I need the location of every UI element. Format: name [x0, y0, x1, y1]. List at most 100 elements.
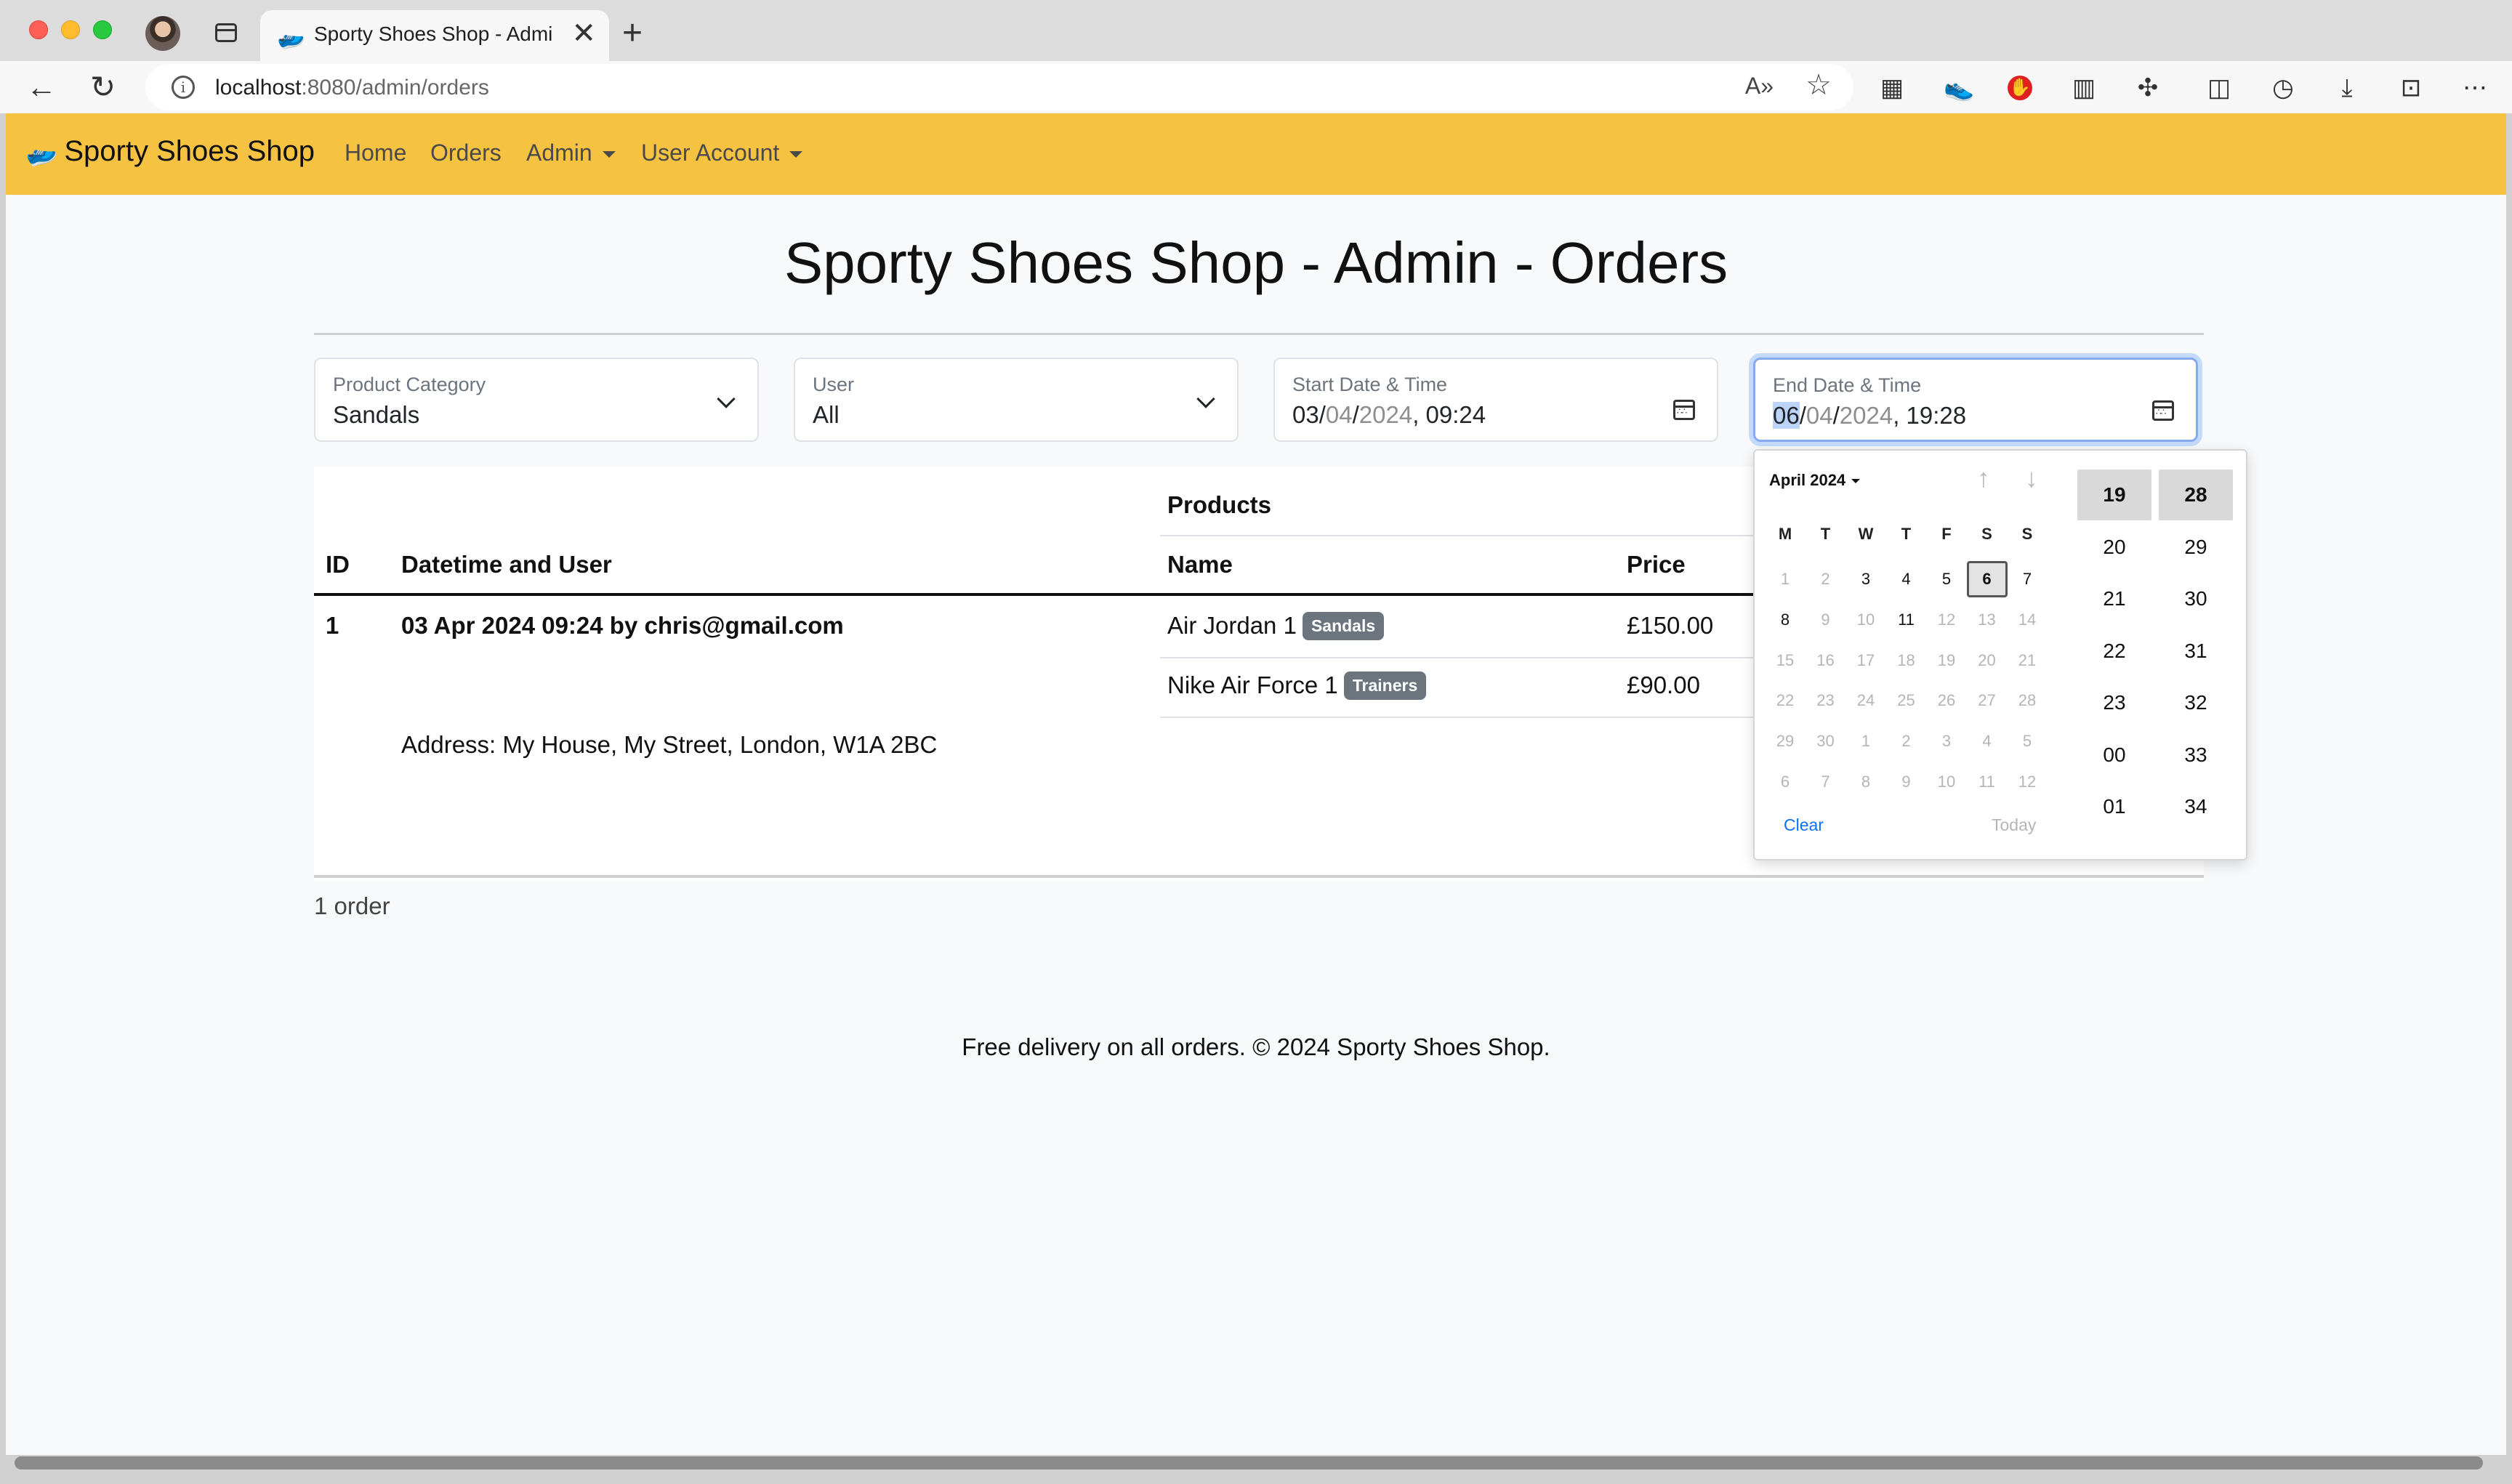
history-icon[interactable]: ◷: [2271, 76, 2295, 100]
calendar-day[interactable]: 5: [1926, 561, 1967, 597]
minute-option[interactable]: 29: [2159, 522, 2233, 573]
minute-option[interactable]: 30: [2159, 573, 2233, 624]
hour-option[interactable]: 20: [2077, 522, 2151, 573]
extension-shoe-icon[interactable]: 👟: [1944, 76, 1974, 100]
weekday-label: T: [1820, 525, 1831, 543]
calendar-day: 3: [1941, 732, 1952, 751]
browser-toolbar: ← ↻ i localhost:8080/admin/orders A» ☆ ▦…: [0, 61, 2512, 113]
calendar-day: 26: [1937, 691, 1956, 710]
tab-title: Sporty Shoes Shop - Admin - Orders: [314, 23, 554, 45]
minute-option[interactable]: 28: [2159, 469, 2233, 520]
calendar-day: 12: [1937, 610, 1956, 629]
site-info-icon[interactable]: i: [172, 76, 195, 99]
field-label: Product Category: [333, 374, 486, 395]
profile-avatar[interactable]: [145, 16, 180, 51]
next-month-arrow-icon[interactable]: ↓: [2025, 464, 2038, 493]
hour-option[interactable]: 22: [2077, 626, 2151, 677]
month-year-dropdown[interactable]: April 2024: [1769, 471, 1861, 490]
close-tab-icon[interactable]: ✕: [571, 19, 596, 48]
calendar-day[interactable]: 7: [2007, 561, 2048, 597]
more-menu-icon[interactable]: ⋯: [2463, 76, 2487, 100]
brand-link[interactable]: 👟 Sporty Shoes Shop: [20, 133, 315, 172]
calendar-icon[interactable]: [2152, 400, 2174, 421]
address-bar[interactable]: i localhost:8080/admin/orders A» ☆: [145, 64, 1853, 110]
hour-option[interactable]: 01: [2077, 781, 2151, 832]
hour-option[interactable]: 21: [2077, 573, 2151, 624]
table-bottom-rule: [314, 876, 2204, 878]
calendar-day[interactable]: 8: [1765, 602, 1806, 638]
back-arrow-icon[interactable]: ←: [26, 67, 57, 108]
horizontal-scrollbar[interactable]: [15, 1456, 2483, 1469]
calendar-day: 10: [1937, 773, 1956, 791]
tab-actions-icon[interactable]: [215, 23, 237, 42]
caret-down-icon: [1851, 479, 1861, 484]
user-select[interactable]: User All: [794, 358, 1239, 442]
end-datetime-input[interactable]: End Date & Time 06/04/2024, 19:28: [1753, 358, 2198, 442]
calendar-day: 28: [2018, 691, 2037, 710]
minimize-window-button[interactable]: [61, 20, 80, 39]
hour-option[interactable]: 23: [2077, 677, 2151, 728]
browser-tab-active[interactable]: 👟 Sporty Shoes Shop - Admin - Orders ✕: [260, 10, 609, 61]
minute-option[interactable]: 31: [2159, 626, 2233, 677]
qr-code-icon[interactable]: ▦: [1880, 76, 1904, 100]
calendar-day[interactable]: 11: [1886, 602, 1927, 638]
downloads-icon[interactable]: ⤓: [2335, 76, 2359, 100]
caret-down-icon: [789, 151, 803, 158]
nav-user-account-dropdown[interactable]: User Account: [641, 140, 803, 166]
site-navbar: 👟 Sporty Shoes Shop Home Orders Admin Use…: [6, 113, 2506, 195]
nav-orders-link[interactable]: Orders: [430, 140, 502, 166]
today-button[interactable]: Today: [1992, 815, 2036, 835]
calendar-icon[interactable]: [1673, 400, 1695, 420]
split-screen-icon[interactable]: ◫: [2207, 76, 2231, 100]
calendar-day: 15: [1776, 650, 1795, 669]
calendar-day: 29: [1776, 732, 1795, 751]
new-tab-button[interactable]: +: [622, 13, 643, 54]
field-value: 06/04/2024, 19:28: [1773, 402, 1967, 429]
shoe-icon: 👟: [272, 20, 308, 55]
column-header-id: ID: [326, 551, 350, 578]
clear-button[interactable]: Clear: [1784, 815, 1824, 835]
url-text[interactable]: localhost:8080/admin/orders: [215, 76, 489, 100]
nav-admin-dropdown[interactable]: Admin: [526, 140, 616, 166]
hour-option[interactable]: 00: [2077, 730, 2151, 781]
start-datetime-input[interactable]: Start Date & Time 03/04/2024, 09:24: [1273, 358, 1718, 442]
maximize-window-button[interactable]: [93, 20, 112, 39]
calendar-day: 13: [1978, 610, 1996, 629]
calendar-day: 22: [1776, 691, 1795, 710]
calendar-day[interactable]: 3: [1845, 561, 1886, 597]
calendar-day: 27: [1978, 691, 1996, 710]
calendar-day: 18: [1897, 650, 1915, 669]
calendar-day: 16: [1816, 650, 1835, 669]
chevron-down-icon: [717, 390, 736, 408]
extensions-puzzle-icon[interactable]: ✣: [2135, 76, 2160, 100]
adblock-icon[interactable]: ✋: [2008, 76, 2032, 100]
calendar-day: 30: [1816, 732, 1835, 751]
field-label: End Date & Time: [1773, 374, 1922, 396]
order-address: Address: My House, My Street, London, W1…: [401, 731, 938, 758]
weekday-label: T: [1901, 525, 1912, 543]
nav-home-link[interactable]: Home: [345, 140, 406, 166]
close-window-button[interactable]: [29, 20, 48, 39]
previous-month-arrow-icon[interactable]: ↑: [1977, 464, 1990, 493]
field-value: 03/04/2024, 09:24: [1292, 401, 1486, 428]
minute-option[interactable]: 32: [2159, 677, 2233, 728]
browser-tab-strip: 👟 Sporty Shoes Shop - Admin - Orders ✕ +: [0, 0, 2512, 61]
trash-icon[interactable]: ▥: [2072, 76, 2096, 100]
title-divider: [314, 333, 2204, 335]
hour-option[interactable]: 19: [2077, 469, 2151, 520]
calendar-day[interactable]: 4: [1886, 561, 1927, 597]
read-aloud-icon[interactable]: A»: [1745, 73, 1774, 100]
calendar-day: 5: [2022, 732, 2032, 751]
field-value: All: [813, 401, 840, 428]
reload-icon[interactable]: ↻: [90, 67, 116, 108]
calendar-day: 1: [1861, 732, 1871, 751]
weekday-label: S: [2021, 525, 2033, 543]
minute-option[interactable]: 34: [2159, 781, 2233, 832]
product-category-select[interactable]: Product Category Sandals: [314, 358, 759, 442]
minute-option[interactable]: 33: [2159, 730, 2233, 781]
calendar-day[interactable]: 6: [1966, 561, 2008, 597]
screenshot-icon[interactable]: ⊡: [2399, 76, 2423, 100]
calendar-day: 1: [1780, 570, 1790, 588]
weekday-label: S: [1981, 525, 1992, 543]
favorite-star-icon[interactable]: ☆: [1806, 68, 1832, 102]
